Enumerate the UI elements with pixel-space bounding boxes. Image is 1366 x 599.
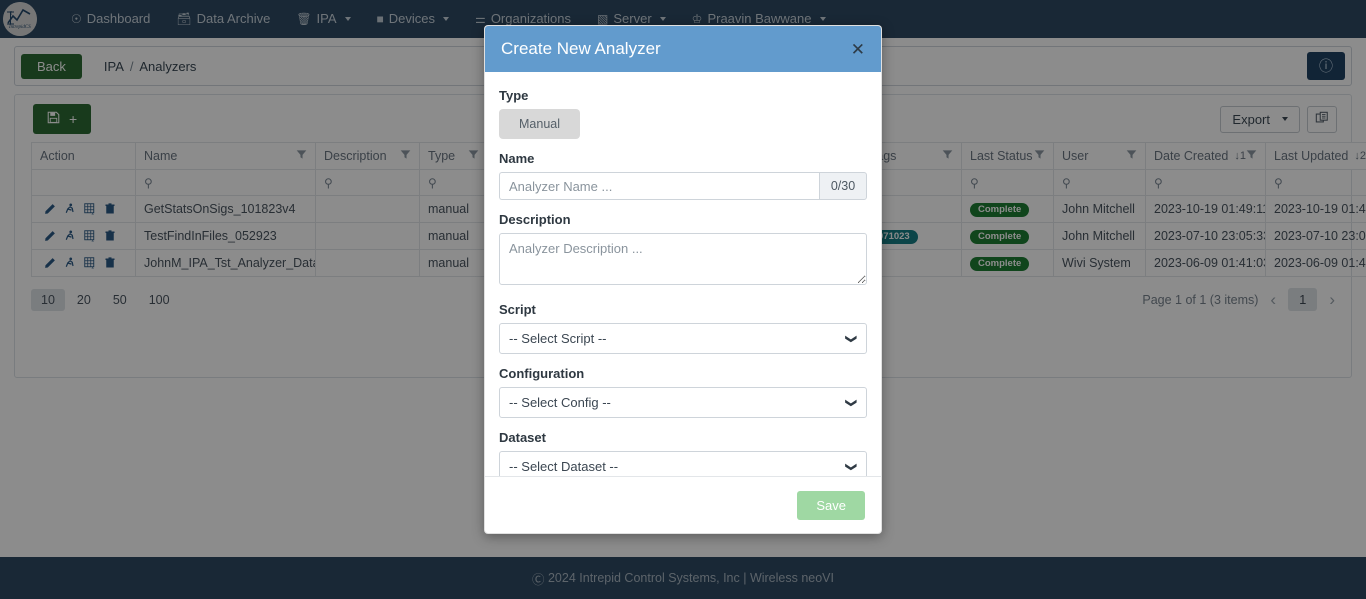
configuration-label: Configuration [499,366,585,381]
field-group-name: Name 0/30 [499,151,867,200]
field-group-configuration: Configuration -- Select Config -- ❯ [499,366,867,418]
dataset-select[interactable]: -- Select Dataset -- [499,451,867,476]
analyzer-name-input[interactable] [499,172,819,200]
dataset-label: Dataset [499,430,546,445]
analyzer-description-textarea[interactable] [499,233,867,285]
modal-footer: Save [485,476,881,533]
type-manual-button[interactable]: Manual [499,109,580,139]
description-label: Description [499,212,571,227]
create-new-analyzer-modal: Create New Analyzer ✕ Type Manual Name 0… [484,25,882,534]
field-group-description: Description [499,212,867,290]
modal-body: Type Manual Name 0/30 Description Script… [485,72,881,476]
field-group-script: Script -- Select Script -- ❯ [499,302,867,354]
modal-title: Create New Analyzer [501,39,661,58]
field-group-type: Type Manual [499,88,867,139]
type-label: Type [499,88,529,103]
configuration-select[interactable]: -- Select Config -- [499,387,867,418]
name-label: Name [499,151,535,166]
close-icon[interactable]: ✕ [851,41,865,58]
modal-header: Create New Analyzer ✕ [485,26,881,72]
save-button[interactable]: Save [797,490,865,520]
script-label: Script [499,302,536,317]
script-select[interactable]: -- Select Script -- [499,323,867,354]
field-group-dataset: Dataset -- Select Dataset -- ❯ [499,430,867,476]
name-char-counter: 0/30 [819,172,867,200]
